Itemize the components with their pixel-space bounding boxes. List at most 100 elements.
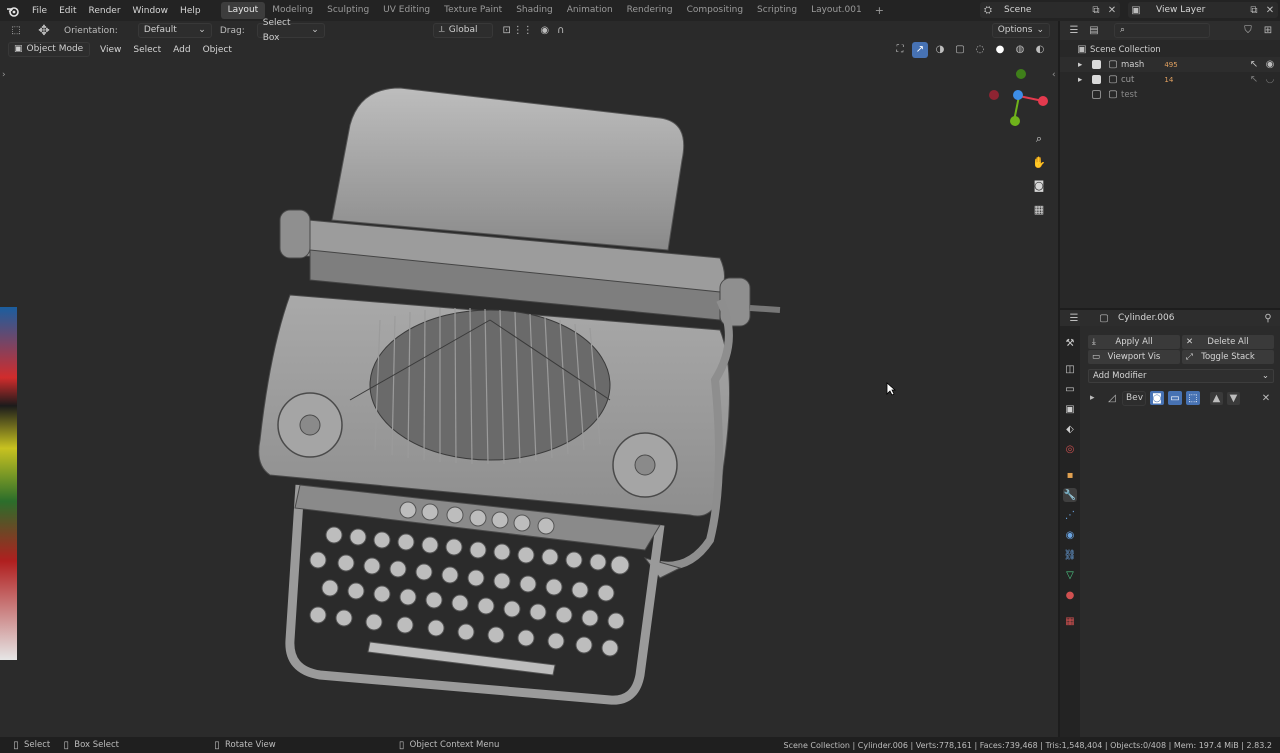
material-shading-icon[interactable]: ◍: [1012, 42, 1028, 58]
expand-arrow-icon[interactable]: ▸: [1078, 60, 1088, 70]
tab-animation[interactable]: Animation: [560, 2, 620, 19]
new-view-layer-icon[interactable]: ⧉: [1246, 2, 1262, 18]
tab-sculpting[interactable]: Sculpting: [320, 2, 376, 19]
monitor-icon[interactable]: ▭: [1168, 391, 1182, 405]
menu-view[interactable]: View: [94, 45, 127, 55]
tab-compositing[interactable]: Compositing: [680, 2, 750, 19]
mode-dropdown[interactable]: ▣ Object Mode: [8, 42, 90, 57]
outliner-row-cut[interactable]: ▸ ▢ cut 14 ↖ ◡: [1060, 72, 1280, 87]
new-collection-icon[interactable]: ⊞: [1260, 23, 1276, 39]
material-tab-icon[interactable]: ●: [1063, 588, 1077, 602]
3d-viewport[interactable]: ▣ Object Mode View Select Add Object ⛶ ↗ …: [0, 40, 1058, 737]
checkbox-icon[interactable]: [1092, 75, 1101, 84]
tab-texture-paint[interactable]: Texture Paint: [437, 2, 509, 19]
navigation-gizmo[interactable]: [984, 64, 1054, 134]
typewriter-model[interactable]: [250, 80, 790, 710]
blender-logo-icon[interactable]: [0, 0, 26, 21]
object-tab-icon[interactable]: ▪: [1063, 468, 1077, 482]
add-modifier-dropdown[interactable]: Add Modifier ⌄: [1088, 369, 1274, 383]
tab-layout[interactable]: Layout: [220, 2, 266, 19]
outliner-search-input[interactable]: ⌕: [1114, 23, 1210, 38]
toggle-stack-button[interactable]: ⤢ Toggle Stack: [1182, 350, 1274, 364]
delete-scene-icon[interactable]: ✕: [1104, 2, 1120, 18]
proportional-edit-icon[interactable]: ◉: [537, 23, 553, 39]
physics-tab-icon[interactable]: ◉: [1063, 528, 1077, 542]
checkbox-icon[interactable]: [1092, 90, 1101, 99]
solid-shading-icon[interactable]: ●: [992, 42, 1008, 58]
tab-layout-001[interactable]: Layout.001: [804, 2, 869, 19]
constraints-tab-icon[interactable]: ⛓: [1063, 548, 1077, 562]
menu-render[interactable]: Render: [83, 6, 127, 16]
transform-orientation-dropdown[interactable]: ⟂ Global: [432, 23, 493, 38]
hand-icon[interactable]: ✋: [1030, 153, 1048, 171]
editor-type-icon[interactable]: ☰: [1066, 23, 1082, 39]
select-arrow-icon[interactable]: ↖: [1246, 57, 1262, 73]
viewport-vis-button[interactable]: ▭ Viewport Vis: [1088, 350, 1180, 364]
pin-icon[interactable]: ⚲: [1260, 310, 1276, 326]
view-layer-tab-icon[interactable]: ▣: [1063, 402, 1077, 416]
eye-closed-icon[interactable]: ◡: [1262, 72, 1278, 88]
move-tool-icon[interactable]: ✥: [36, 23, 52, 39]
view-layer-selector[interactable]: ▣ View Layer ⧉ ✕: [1128, 2, 1278, 18]
tab-shading[interactable]: Shading: [509, 2, 560, 19]
options-dropdown[interactable]: Options ⌄: [991, 23, 1050, 38]
menu-add[interactable]: Add: [167, 45, 196, 55]
xray-icon[interactable]: ▢: [952, 42, 968, 58]
menu-help[interactable]: Help: [174, 6, 207, 16]
collapse-arrow-icon[interactable]: ‹: [1052, 70, 1056, 80]
orientation-dropdown[interactable]: Default ⌄: [137, 23, 212, 38]
tool-icon[interactable]: ⬚: [8, 23, 24, 39]
camera-icon[interactable]: ◙: [1030, 176, 1048, 194]
menu-select[interactable]: Select: [127, 45, 167, 55]
drag-dropdown[interactable]: Select Box ⌄: [256, 18, 325, 43]
menu-edit[interactable]: Edit: [53, 6, 82, 16]
snap-icon[interactable]: ⋮⋮: [513, 23, 533, 39]
modifier-tab-icon[interactable]: 🔧: [1063, 488, 1077, 502]
apply-all-button[interactable]: ⤓ Apply All: [1088, 335, 1180, 349]
scene-tab-icon[interactable]: ⬖: [1063, 422, 1077, 436]
texture-tab-icon[interactable]: ▦: [1063, 614, 1077, 628]
filter-icon[interactable]: ⛉: [1240, 23, 1256, 39]
editmode-icon[interactable]: ⬚: [1186, 391, 1200, 405]
data-tab-icon[interactable]: ▽: [1063, 568, 1077, 582]
tab-uv-editing[interactable]: UV Editing: [376, 2, 437, 19]
tool-tab-icon[interactable]: ⚒: [1063, 336, 1077, 350]
camera-icon[interactable]: ◙: [1150, 391, 1164, 405]
zoom-icon[interactable]: ⌕: [1030, 130, 1048, 148]
overlay-icon[interactable]: ◑: [932, 42, 948, 58]
outliner-row-scene-collection[interactable]: ▣ Scene Collection: [1060, 42, 1280, 57]
wireframe-shading-icon[interactable]: ◌: [972, 42, 988, 58]
select-arrow-icon[interactable]: ↖: [1246, 72, 1262, 88]
delete-view-layer-icon[interactable]: ✕: [1262, 2, 1278, 18]
delete-all-button[interactable]: ✕ Delete All: [1182, 335, 1274, 349]
remove-modifier-icon[interactable]: ✕: [1258, 390, 1274, 406]
output-tab-icon[interactable]: ▭: [1063, 382, 1077, 396]
world-tab-icon[interactable]: ◎: [1063, 442, 1077, 456]
scene-selector[interactable]: ⛭ Scene ⧉ ✕: [980, 2, 1120, 18]
display-mode-icon[interactable]: ▤: [1086, 23, 1102, 39]
falloff-icon[interactable]: ∩: [553, 23, 569, 39]
gizmo-toggle-icon[interactable]: ↗: [912, 41, 928, 58]
menu-file[interactable]: File: [26, 6, 53, 16]
outliner-row-test[interactable]: ▢ test: [1060, 87, 1280, 102]
expand-arrow-icon[interactable]: ▸: [1090, 393, 1102, 403]
tab-scripting[interactable]: Scripting: [750, 2, 804, 19]
eye-icon[interactable]: ◉: [1262, 57, 1278, 73]
menu-window[interactable]: Window: [127, 6, 175, 16]
new-scene-icon[interactable]: ⧉: [1088, 2, 1104, 18]
modifier-name-field[interactable]: Bev: [1122, 390, 1146, 406]
editor-type-icon[interactable]: ☰: [1066, 310, 1082, 326]
toolbar-expand-icon[interactable]: ›: [2, 70, 6, 80]
move-down-icon[interactable]: ▼: [1227, 391, 1240, 405]
add-workspace-icon[interactable]: +: [869, 4, 890, 17]
render-tab-icon[interactable]: ◫: [1063, 362, 1077, 376]
particles-tab-icon[interactable]: ⋰: [1063, 508, 1077, 522]
visibility-icon[interactable]: ⛶: [892, 42, 908, 58]
outliner-row-mash[interactable]: ▸ ▢ mash 495 ↖ ◉: [1060, 57, 1280, 72]
tab-rendering[interactable]: Rendering: [620, 2, 680, 19]
move-up-icon[interactable]: ▲: [1210, 391, 1223, 405]
expand-arrow-icon[interactable]: ▸: [1078, 75, 1088, 85]
rendered-shading-icon[interactable]: ◐: [1032, 42, 1048, 58]
menu-object[interactable]: Object: [197, 45, 238, 55]
checkbox-icon[interactable]: [1092, 60, 1101, 69]
